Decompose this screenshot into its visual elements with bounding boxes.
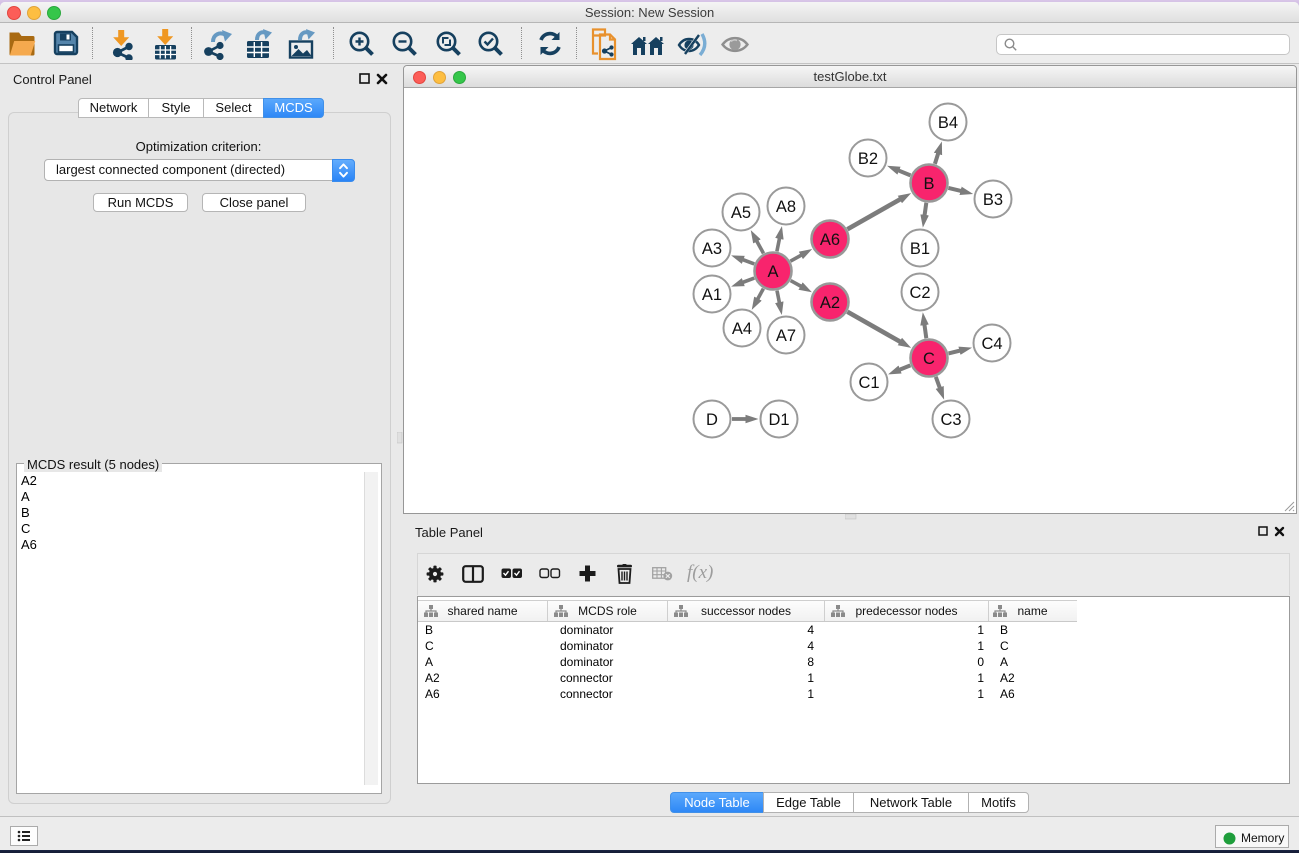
svg-text:A2: A2 (820, 294, 840, 312)
svg-text:B2: B2 (858, 150, 878, 168)
svg-text:C: C (923, 350, 935, 368)
svg-text:B1: B1 (910, 240, 930, 258)
svg-text:B3: B3 (983, 191, 1003, 209)
svg-text:A1: A1 (702, 286, 722, 304)
svg-text:A3: A3 (702, 240, 722, 258)
svg-text:D: D (706, 411, 718, 429)
svg-text:C1: C1 (858, 374, 879, 392)
svg-text:D1: D1 (768, 411, 789, 429)
svg-text:A6: A6 (820, 231, 840, 249)
svg-text:B4: B4 (938, 114, 958, 132)
svg-text:A7: A7 (776, 327, 796, 345)
svg-text:C2: C2 (909, 284, 930, 302)
svg-text:C4: C4 (981, 335, 1002, 353)
svg-text:A5: A5 (731, 204, 751, 222)
svg-text:A8: A8 (776, 198, 796, 216)
svg-text:A4: A4 (732, 320, 752, 338)
svg-text:C3: C3 (940, 411, 961, 429)
svg-text:B: B (923, 175, 934, 193)
svg-text:A: A (767, 263, 778, 281)
